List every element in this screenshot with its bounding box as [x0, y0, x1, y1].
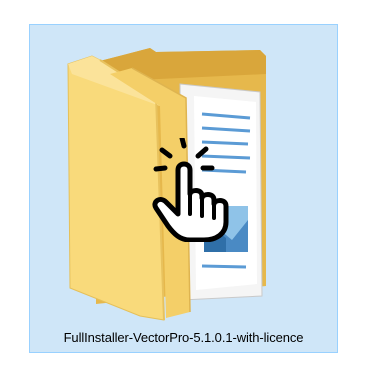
- desktop: FullInstaller-VectorPro-5.1.0.1-with-lic…: [0, 0, 366, 369]
- file-name-label[interactable]: FullInstaller-VectorPro-5.1.0.1-with-lic…: [29, 330, 338, 345]
- hand-pointer-click-icon: [152, 138, 229, 242]
